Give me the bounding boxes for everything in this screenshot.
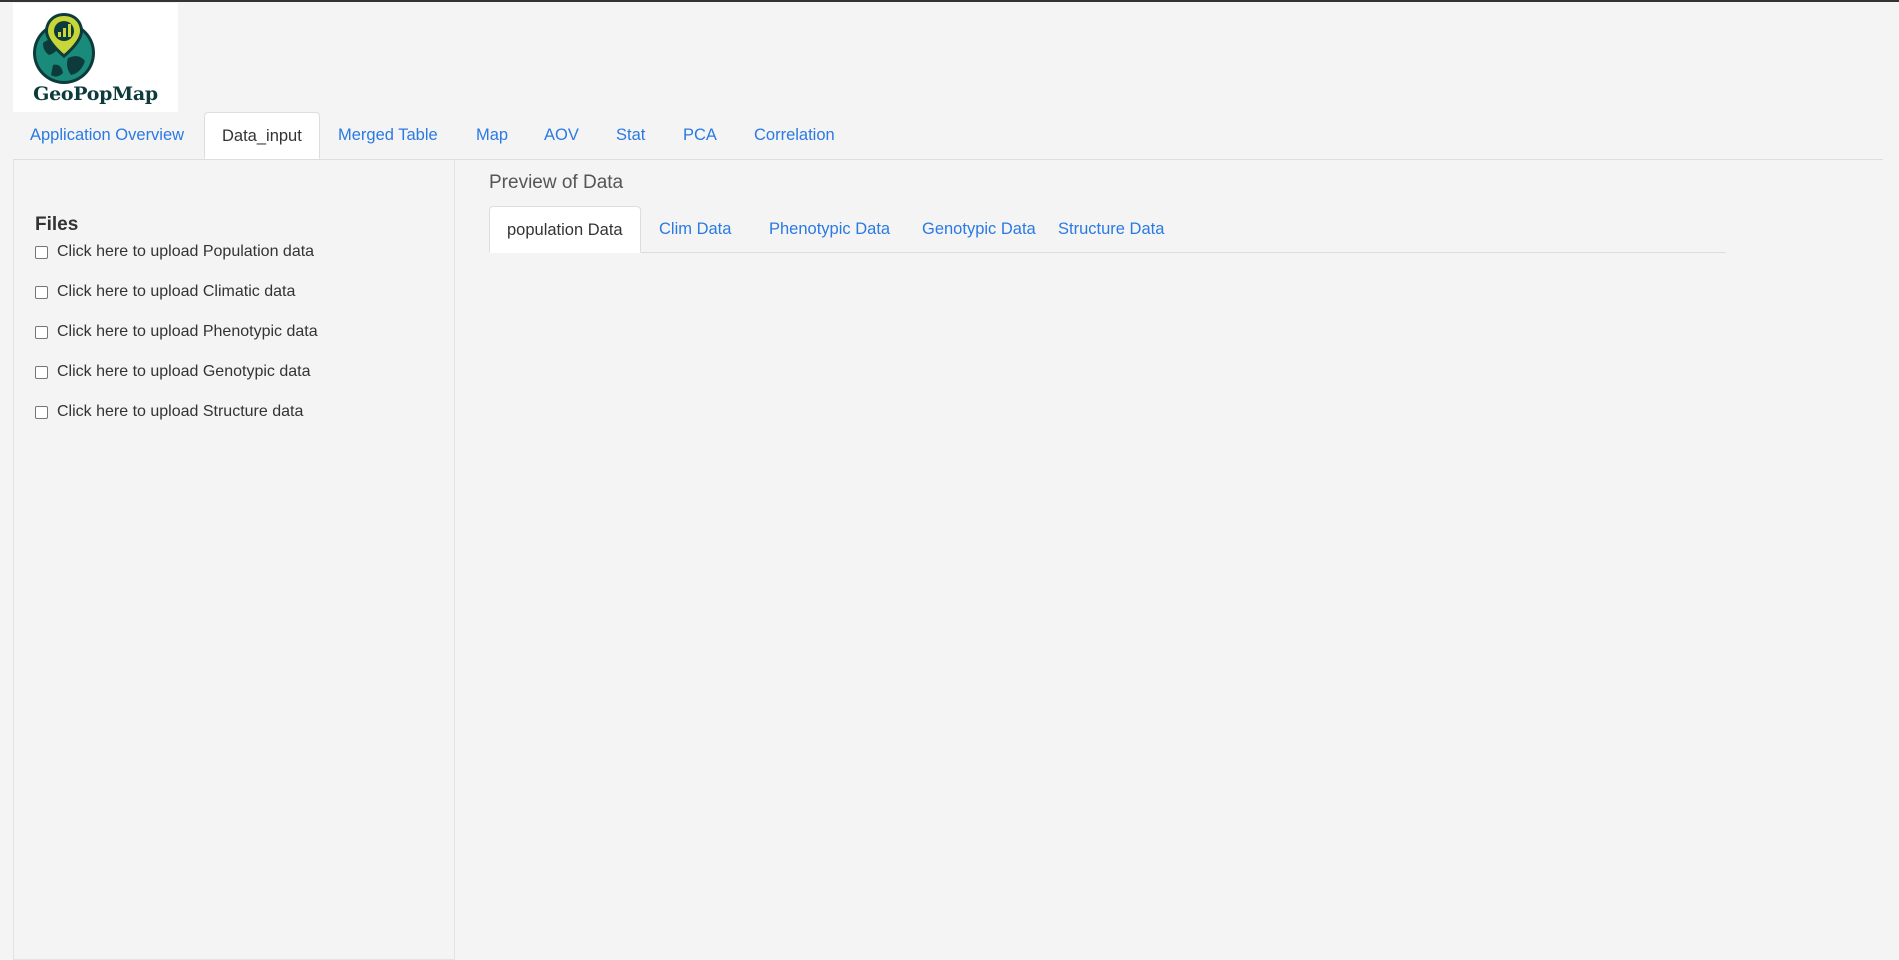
tab-clim-data[interactable]: Clim Data (642, 206, 748, 252)
upload-genotypic-option[interactable]: Click here to upload Genotypic data (35, 361, 310, 383)
tab-structure-data[interactable]: Structure Data (1041, 206, 1181, 252)
top-border (0, 0, 1899, 2)
tab-stat[interactable]: Stat (599, 112, 662, 158)
upload-structure-option[interactable]: Click here to upload Structure data (35, 401, 303, 423)
tab-map[interactable]: Map (459, 112, 525, 158)
genotypic-checkbox[interactable] (35, 365, 48, 379)
climatic-checkbox[interactable] (35, 285, 48, 299)
population-checkbox-label[interactable]: Click here to upload Population data (57, 243, 314, 261)
upload-phenotypic-option[interactable]: Click here to upload Phenotypic data (35, 321, 318, 343)
upload-population-option[interactable]: Click here to upload Population data (35, 241, 314, 263)
phenotypic-checkbox-label[interactable]: Click here to upload Phenotypic data (57, 323, 318, 341)
tab-correlation[interactable]: Correlation (737, 112, 852, 158)
genotypic-checkbox-label[interactable]: Click here to upload Genotypic data (57, 363, 310, 381)
upload-climatic-option[interactable]: Click here to upload Climatic data (35, 281, 295, 303)
logo-text: GeoPopMap (33, 83, 158, 105)
tab-population-data[interactable]: population Data (489, 206, 641, 253)
preview-tabs: population Data Clim Data Phenotypic Dat… (489, 206, 1726, 253)
tab-data-input[interactable]: Data_input (204, 112, 320, 159)
tab-pca[interactable]: PCA (666, 112, 734, 158)
tab-merged-table[interactable]: Merged Table (321, 112, 455, 158)
sidebar-panel: Files Click here to upload Population da… (13, 160, 455, 960)
climatic-checkbox-label[interactable]: Click here to upload Climatic data (57, 283, 295, 301)
tab-phenotypic-data[interactable]: Phenotypic Data (752, 206, 907, 252)
app-logo: GeoPopMap (13, 3, 178, 112)
preview-title: Preview of Data (489, 172, 624, 193)
globe-pin-icon (33, 13, 95, 84)
phenotypic-checkbox[interactable] (35, 325, 48, 339)
tab-aov[interactable]: AOV (527, 112, 596, 158)
tab-application-overview[interactable]: Application Overview (13, 112, 201, 158)
main-nav-tabs: Application Overview Data_input Merged T… (13, 112, 1883, 160)
tab-genotypic-data[interactable]: Genotypic Data (905, 206, 1053, 252)
structure-checkbox[interactable] (35, 405, 48, 419)
files-heading: Files (35, 214, 79, 235)
population-checkbox[interactable] (35, 245, 48, 259)
structure-checkbox-label[interactable]: Click here to upload Structure data (57, 403, 303, 421)
